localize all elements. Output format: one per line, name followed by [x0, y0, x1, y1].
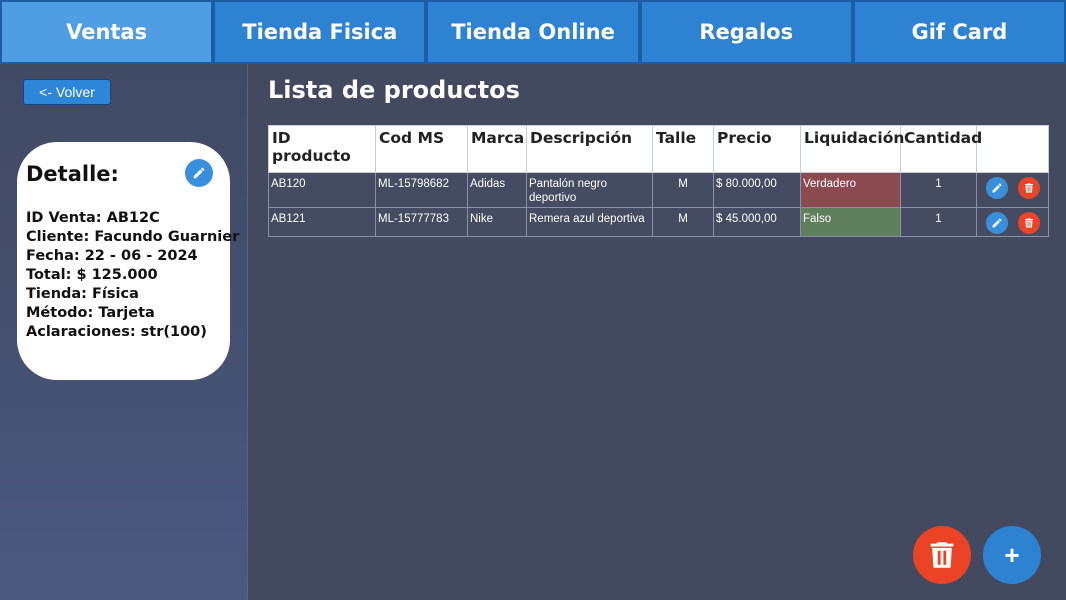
detail-title: Detalle: [26, 162, 119, 186]
cell-desc: Pantalón negro deportivo [526, 172, 653, 208]
cell-cod: ML-15777783 [375, 207, 468, 237]
add-product-button[interactable]: + [983, 526, 1041, 584]
col-liquidacion[interactable]: Liquidación [800, 125, 904, 173]
cell-precio: $ 80.000,00 [713, 172, 801, 208]
cell-liquidacion: Falso [800, 207, 901, 237]
cell-actions [976, 207, 1049, 237]
back-button[interactable]: <- Volver [23, 79, 111, 105]
table-row[interactable]: AB120 ML-15798682 Adidas Pantalón negro … [268, 172, 1049, 208]
detail-id-venta: ID Venta: AB12C [26, 210, 160, 226]
detail-lines: ID Venta: AB12C Cliente: Facundo Guarnie… [26, 209, 240, 342]
trash-icon [1025, 218, 1033, 228]
cell-cantidad: 1 [900, 207, 977, 237]
cell-cod: ML-15798682 [375, 172, 468, 208]
table-row[interactable]: AB121 ML-15777783 Nike Remera azul depor… [268, 207, 1049, 237]
tab-tienda-online[interactable]: Tienda Online [426, 0, 640, 64]
cell-liquidacion: Verdadero [800, 172, 901, 208]
edit-detail-button[interactable] [185, 159, 213, 187]
sidebar: <- Volver Detalle: ID Venta: AB12C Clien… [0, 64, 248, 600]
col-precio[interactable]: Precio [713, 125, 801, 173]
page-title: Lista de productos [268, 76, 520, 104]
cell-talle: M [652, 207, 714, 237]
detail-fecha: Fecha: 22 - 06 - 2024 [26, 248, 198, 264]
plus-icon: + [1004, 539, 1020, 570]
cell-actions [976, 172, 1049, 208]
cell-id: AB120 [268, 172, 376, 208]
cell-marca: Adidas [467, 172, 527, 208]
pencil-icon [193, 167, 205, 179]
cell-precio: $ 45.000,00 [713, 207, 801, 237]
tab-ventas[interactable]: Ventas [0, 0, 214, 64]
detail-aclaraciones: Aclaraciones: str(100) [26, 324, 207, 340]
trash-icon [1025, 183, 1033, 193]
col-cod-ms[interactable]: Cod MS [375, 125, 468, 173]
tab-regalos[interactable]: Regalos [639, 0, 853, 64]
col-talle[interactable]: Talle [652, 125, 714, 173]
col-cantidad[interactable]: Cantidad [900, 125, 982, 173]
delete-row-button[interactable] [1018, 212, 1040, 234]
trash-icon [930, 542, 954, 568]
detail-total: Total: $ 125.000 [26, 267, 158, 283]
products-table: ID producto Cod MS Marca Descripción Tal… [268, 125, 1049, 237]
tab-gif-card[interactable]: Gif Card [852, 0, 1066, 64]
cell-id: AB121 [268, 207, 376, 237]
edit-row-button[interactable] [986, 177, 1008, 199]
cell-talle: M [652, 172, 714, 208]
table-header-row: ID producto Cod MS Marca Descripción Tal… [268, 125, 1049, 173]
delete-row-button[interactable] [1018, 177, 1040, 199]
edit-row-button[interactable] [986, 212, 1008, 234]
detail-metodo: Método: Tarjeta [26, 305, 155, 321]
tab-tienda-fisica[interactable]: Tienda Fisica [213, 0, 427, 64]
cell-cantidad: 1 [900, 172, 977, 208]
col-descripcion[interactable]: Descripción [526, 125, 653, 173]
detail-card: Detalle: ID Venta: AB12C Cliente: Facund… [17, 142, 240, 380]
cell-desc: Remera azul deportiva [526, 207, 653, 237]
detail-tienda: Tienda: Física [26, 286, 139, 302]
pencil-icon [992, 218, 1002, 228]
detail-cliente: Cliente: Facundo Guarnier [26, 229, 240, 245]
pencil-icon [992, 183, 1002, 193]
cell-marca: Nike [467, 207, 527, 237]
delete-all-button[interactable] [913, 526, 971, 584]
col-marca[interactable]: Marca [467, 125, 527, 173]
col-actions [976, 125, 1049, 173]
col-id-producto[interactable]: ID producto [268, 125, 376, 173]
top-nav: Ventas Tienda Fisica Tienda Online Regal… [0, 0, 1066, 64]
